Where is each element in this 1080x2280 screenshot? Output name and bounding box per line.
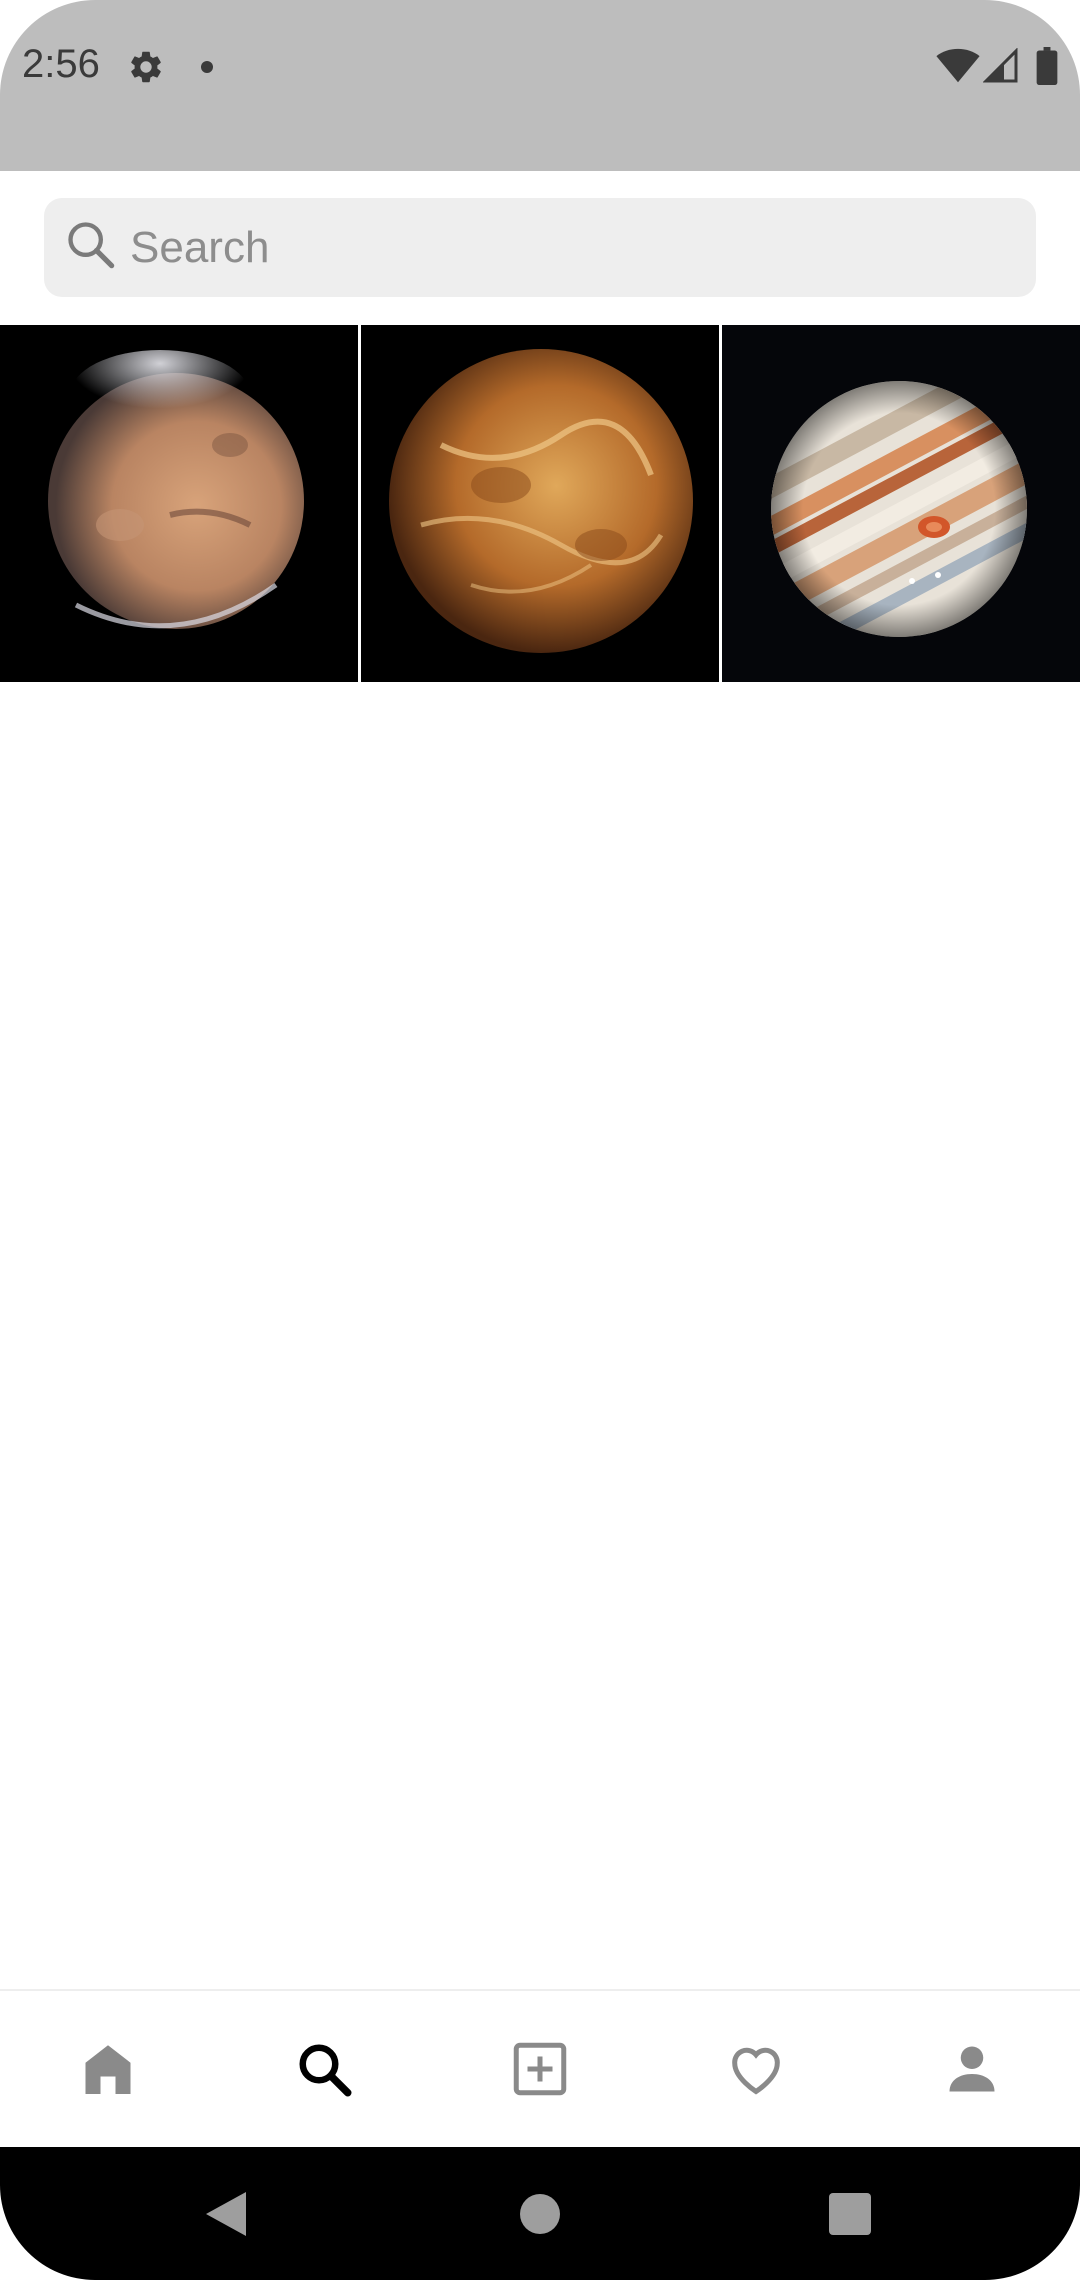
search-icon (299, 2044, 352, 2097)
nav-activity-button[interactable] (648, 1991, 864, 2147)
system-home-button[interactable] (480, 2147, 600, 2280)
system-navigation-bar (0, 2147, 1080, 2280)
gear-icon (131, 51, 161, 83)
profile-icon (949, 2046, 995, 2092)
photo-tile-venus[interactable] (361, 325, 719, 682)
home-icon (85, 2045, 131, 2094)
phone-screen: 2:56 (0, 0, 1080, 2280)
signal-icon (983, 48, 1018, 83)
home-circle-icon (520, 2193, 560, 2234)
heart-icon (732, 2047, 780, 2095)
add-post-icon (513, 2042, 567, 2096)
system-back-button[interactable] (166, 2147, 286, 2280)
jupiter-photo (722, 325, 1080, 682)
nav-add-post-button[interactable] (432, 1991, 648, 2147)
search-bar[interactable] (44, 198, 1036, 297)
status-time: 2:56 (22, 42, 100, 86)
venus-photo (361, 325, 719, 682)
wifi-icon (936, 48, 980, 83)
photo-grid (0, 325, 1080, 682)
system-recents-button[interactable] (790, 2147, 910, 2280)
mars-photo (0, 325, 358, 682)
search-icon (68, 222, 115, 269)
battery-icon (1036, 47, 1058, 85)
notification-dot-icon (201, 61, 213, 73)
status-bar: 2:56 (0, 0, 1080, 171)
photo-tile-jupiter[interactable] (722, 325, 1080, 682)
recents-icon (829, 2192, 871, 2235)
back-icon (206, 2191, 246, 2236)
bottom-navigation (0, 1989, 1080, 2147)
nav-search-button[interactable] (216, 1991, 432, 2147)
nav-home-button[interactable] (0, 1991, 216, 2147)
nav-profile-button[interactable] (864, 1991, 1080, 2147)
photo-tile-mars[interactable] (0, 325, 358, 682)
search-input[interactable] (130, 198, 1010, 297)
